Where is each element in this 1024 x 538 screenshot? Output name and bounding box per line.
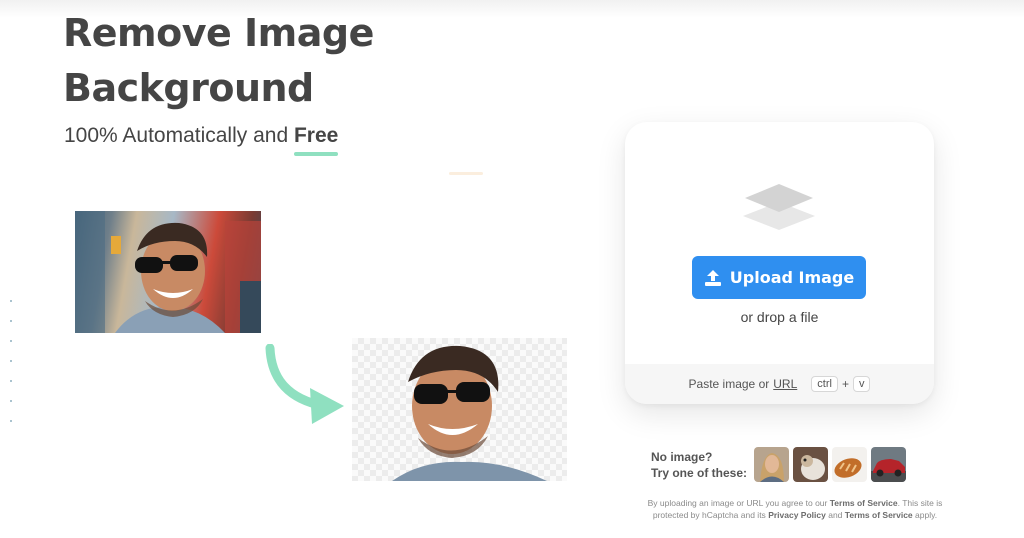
man-sunglasses-illustration bbox=[75, 211, 261, 333]
paste-url-link[interactable]: URL bbox=[773, 377, 797, 391]
subtitle-text: 100% Automatically and bbox=[64, 124, 289, 147]
legal-text-4: apply. bbox=[915, 510, 938, 520]
sample-thumb-bread[interactable] bbox=[832, 447, 867, 482]
sample-images bbox=[754, 447, 906, 482]
animal-thumbnail bbox=[793, 447, 828, 482]
sample-prompt-line2: Try one of these: bbox=[651, 466, 748, 480]
upload-button-label: Upload Image bbox=[729, 268, 855, 287]
subtitle-emphasis: Free bbox=[293, 124, 339, 156]
sample-prompt-line1: No image? bbox=[651, 450, 713, 464]
man-cutout-illustration bbox=[392, 345, 547, 481]
drop-file-text: or drop a file bbox=[740, 309, 819, 325]
legal-text-1: By uploading an image or URL you agree t… bbox=[647, 498, 828, 508]
terms-of-service-link[interactable]: Terms of Service bbox=[830, 498, 898, 508]
paste-text: Paste image or bbox=[688, 377, 770, 391]
plus-sign: + bbox=[841, 377, 849, 391]
sample-thumb-woman[interactable] bbox=[754, 447, 789, 482]
bread-thumbnail bbox=[832, 447, 867, 482]
example-result-photo bbox=[352, 338, 567, 481]
page-title: Remove Image Background bbox=[63, 11, 374, 110]
ctrl-key: ctrl bbox=[811, 376, 838, 392]
upload-icon bbox=[704, 269, 721, 286]
subtitle: 100% Automatically and Free bbox=[64, 124, 339, 156]
car-thumbnail bbox=[871, 447, 906, 482]
privacy-policy-link[interactable]: Privacy Policy bbox=[768, 510, 826, 520]
example-original-photo bbox=[75, 211, 261, 333]
upload-card[interactable]: Upload Image or drop a file Paste image … bbox=[625, 122, 934, 404]
decorative-dash bbox=[449, 172, 483, 175]
curved-arrow-icon bbox=[265, 344, 344, 424]
paste-bar: Paste image or URL ctrl + v bbox=[625, 364, 934, 404]
legal-text-3: and bbox=[828, 510, 843, 520]
sample-thumb-car[interactable] bbox=[871, 447, 906, 482]
sample-thumb-animal[interactable] bbox=[793, 447, 828, 482]
terms-of-service-link-2[interactable]: Terms of Service bbox=[845, 510, 913, 520]
layers-icon bbox=[743, 184, 815, 230]
decorative-dots bbox=[10, 300, 12, 440]
woman-thumbnail bbox=[754, 447, 789, 482]
legal-notice: By uploading an image or URL you agree t… bbox=[640, 497, 950, 521]
upload-image-button[interactable]: Upload Image bbox=[692, 256, 866, 299]
v-key: v bbox=[852, 376, 871, 392]
sample-prompt: No image? Try one of these: bbox=[651, 449, 747, 481]
